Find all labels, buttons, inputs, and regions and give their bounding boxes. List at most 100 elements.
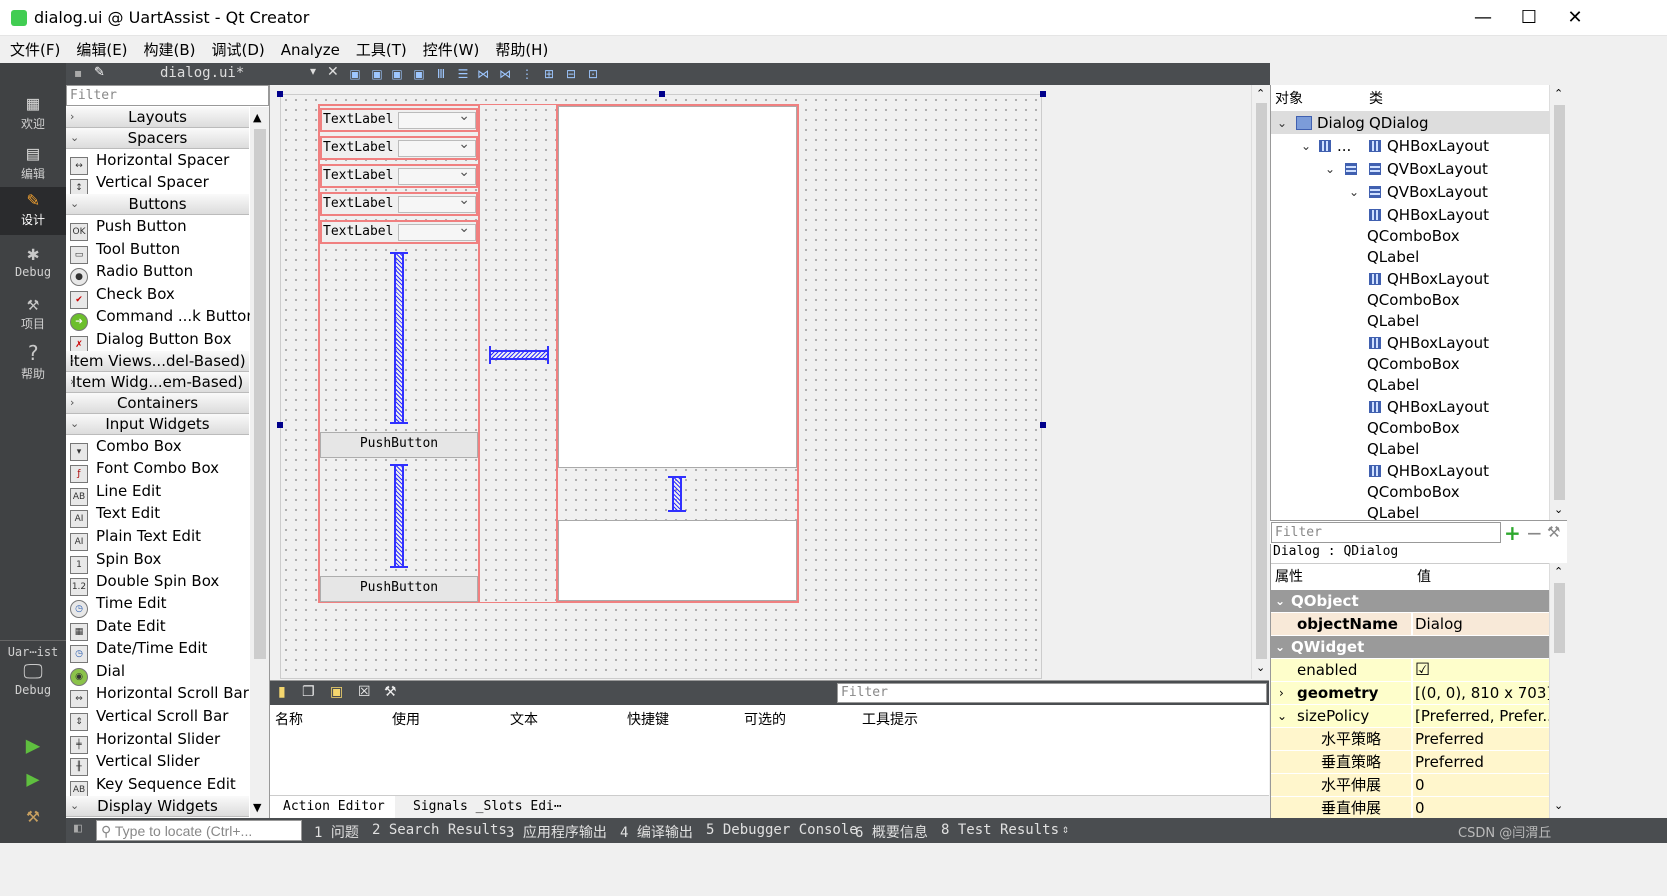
- property-row-hpolicy[interactable]: 水平策略 Preferred: [1271, 728, 1549, 751]
- scroll-up-icon[interactable]: ⌃: [1554, 87, 1563, 100]
- label-combo-row-1[interactable]: TextLabel: [320, 108, 478, 132]
- toggle-sidebar-icon[interactable]: ◧: [74, 821, 82, 836]
- property-value[interactable]: [Preferred, Prefer...: [1413, 705, 1549, 727]
- chevron-down-icon[interactable]: ⌄: [1277, 705, 1287, 728]
- layout-vsplit-icon[interactable]: ⋈: [498, 67, 512, 81]
- scroll-down-icon[interactable]: ⌄: [1554, 799, 1563, 812]
- property-value[interactable]: 0: [1413, 797, 1549, 819]
- tree-row[interactable]: QHBoxLayout: [1271, 396, 1549, 418]
- widget-check-box[interactable]: ✔ Check Box: [70, 283, 175, 309]
- widget-font-combo-box[interactable]: ƒ Font Combo Box: [70, 457, 219, 483]
- tab-application-output[interactable]: 3 应用程序输出: [506, 822, 607, 842]
- close-button[interactable]: ✕: [1552, 4, 1598, 32]
- layout-hsplit-icon[interactable]: ⋈: [476, 67, 490, 81]
- text-edit-send[interactable]: [558, 520, 797, 601]
- tree-row[interactable]: QComboBox: [1271, 225, 1549, 247]
- widget-command-link-button[interactable]: ➔ Command ...k Button: [70, 305, 256, 331]
- widget-date-edit[interactable]: ▦ Date Edit: [70, 615, 166, 641]
- column-tooltip[interactable]: 工具提示: [862, 709, 918, 729]
- scroll-up-icon[interactable]: ▲: [253, 111, 261, 124]
- paste-action-icon[interactable]: ▣: [330, 684, 343, 700]
- scrollbar-thumb[interactable]: [254, 129, 266, 659]
- widget-push-button[interactable]: OK Push Button: [70, 215, 187, 241]
- scrollbar-thumb[interactable]: [1256, 103, 1267, 659]
- mode-debug[interactable]: ✱ Debug: [0, 241, 66, 289]
- vbox-layout-right[interactable]: [556, 104, 799, 603]
- kit-selector[interactable]: Uar⋯ist 🖵 Debug: [0, 645, 66, 715]
- combo-box[interactable]: [398, 136, 476, 157]
- header-value[interactable]: 值: [1417, 565, 1431, 589]
- vertical-spacer[interactable]: [390, 252, 408, 424]
- tab-search-results[interactable]: 2 Search Results: [372, 822, 507, 838]
- scroll-up-icon[interactable]: ⌃: [1256, 87, 1265, 100]
- enabled-checkbox[interactable]: ☑: [1413, 659, 1549, 681]
- edit-tab-order-icon[interactable]: ▣: [412, 67, 426, 81]
- column-shortcut[interactable]: 快捷键: [627, 709, 669, 729]
- combo-box[interactable]: [398, 192, 476, 213]
- form-editor-canvas[interactable]: TextLabel TextLabel TextLabel TextLabel …: [270, 85, 1251, 679]
- configure-icon[interactable]: ⚒: [1547, 523, 1560, 541]
- widget-dial[interactable]: ◉ Dial: [70, 660, 125, 686]
- column-name[interactable]: 名称: [275, 709, 303, 729]
- tab-compile-output[interactable]: 4 编译输出: [620, 822, 693, 842]
- category-buttons[interactable]: ⌄ Buttons: [66, 194, 249, 215]
- property-value[interactable]: 0: [1413, 774, 1549, 796]
- tree-row-dialog[interactable]: ⌄ Dialog QDialog: [1271, 112, 1549, 134]
- edit-widgets-icon[interactable]: ▣: [348, 67, 362, 81]
- chevron-right-icon[interactable]: ›: [1279, 682, 1284, 705]
- layout-grid-icon[interactable]: ⋮: [520, 67, 534, 81]
- tree-row[interactable]: QLabel: [1271, 310, 1549, 332]
- layout-horizontal-icon[interactable]: Ⅲ: [434, 67, 448, 81]
- maximize-button[interactable]: ☐: [1506, 4, 1552, 32]
- scroll-down-icon[interactable]: ⌄: [1256, 661, 1265, 674]
- run-icon[interactable]: ▶: [0, 731, 66, 761]
- widget-double-spin-box[interactable]: 1.2 Double Spin Box: [70, 570, 219, 596]
- resize-handle[interactable]: [659, 91, 665, 97]
- mode-edit[interactable]: ▤ 编辑: [0, 141, 66, 189]
- header-class[interactable]: 类: [1369, 87, 1383, 111]
- scrollbar-thumb[interactable]: [1554, 583, 1565, 653]
- text-label[interactable]: TextLabel: [323, 140, 393, 155]
- widget-horizontal-spacer[interactable]: ↔ Horizontal Spacer: [70, 149, 229, 175]
- widget-text-edit[interactable]: AI Text Edit: [70, 502, 160, 528]
- combo-box[interactable]: [398, 220, 476, 241]
- widget-spin-box[interactable]: 1 Spin Box: [70, 548, 161, 574]
- category-containers[interactable]: › Containers: [66, 393, 249, 414]
- widget-time-edit[interactable]: ◷ Time Edit: [70, 592, 167, 618]
- text-label[interactable]: TextLabel: [323, 196, 393, 211]
- push-button-2[interactable]: PushButton: [320, 576, 478, 602]
- resize-handle[interactable]: [277, 422, 283, 428]
- category-item-views[interactable]: › Item Views...del-Based): [66, 351, 249, 372]
- remove-property-icon[interactable]: −: [1526, 521, 1543, 545]
- property-row-vstretch[interactable]: 垂直伸展 0: [1271, 797, 1549, 820]
- tab-general-messages[interactable]: 6 概要信息: [855, 822, 928, 842]
- tree-row[interactable]: QHBoxLayout: [1271, 332, 1549, 354]
- property-row-objectname[interactable]: objectName Dialog: [1271, 613, 1549, 636]
- minimize-button[interactable]: —: [1460, 4, 1506, 32]
- menu-tools[interactable]: 工具(T): [356, 39, 407, 60]
- edit-buddies-icon[interactable]: ▣: [390, 67, 404, 81]
- document-name[interactable]: dialog.ui*: [160, 65, 244, 81]
- property-row-enabled[interactable]: enabled ☑: [1271, 659, 1549, 682]
- menu-build[interactable]: 构建(B): [144, 39, 196, 60]
- property-row-hstretch[interactable]: 水平伸展 0: [1271, 774, 1549, 797]
- tree-row[interactable]: QComboBox: [1271, 417, 1549, 439]
- widget-dialog-button-box[interactable]: ✗ Dialog Button Box: [70, 328, 231, 354]
- combo-box[interactable]: [398, 108, 476, 129]
- text-label[interactable]: TextLabel: [323, 168, 393, 183]
- tree-row[interactable]: QLabel: [1271, 374, 1549, 396]
- tree-row[interactable]: QHBoxLayout: [1271, 204, 1549, 226]
- text-label[interactable]: TextLabel: [323, 224, 393, 239]
- widget-filter-input[interactable]: Filter: [66, 85, 269, 106]
- tree-row[interactable]: QComboBox: [1271, 353, 1549, 375]
- widget-tool-button[interactable]: ▭ Tool Button: [70, 238, 180, 264]
- label-combo-row-4[interactable]: TextLabel: [320, 192, 478, 216]
- property-row-vpolicy[interactable]: 垂直策略 Preferred: [1271, 751, 1549, 774]
- close-doc-icon[interactable]: ✕: [327, 64, 339, 80]
- property-value[interactable]: Dialog: [1413, 613, 1549, 635]
- locator-input[interactable]: ⚲ Type to locate (Ctrl+...: [96, 820, 302, 841]
- canvas-scrollbar[interactable]: ⌃ ⌄: [1251, 85, 1270, 679]
- mode-projects[interactable]: ⚒ 项目: [0, 291, 66, 339]
- category-display-widgets[interactable]: ⌄ Display Widgets: [66, 796, 249, 817]
- section-qwidget[interactable]: ⌄ QWidget: [1271, 636, 1549, 659]
